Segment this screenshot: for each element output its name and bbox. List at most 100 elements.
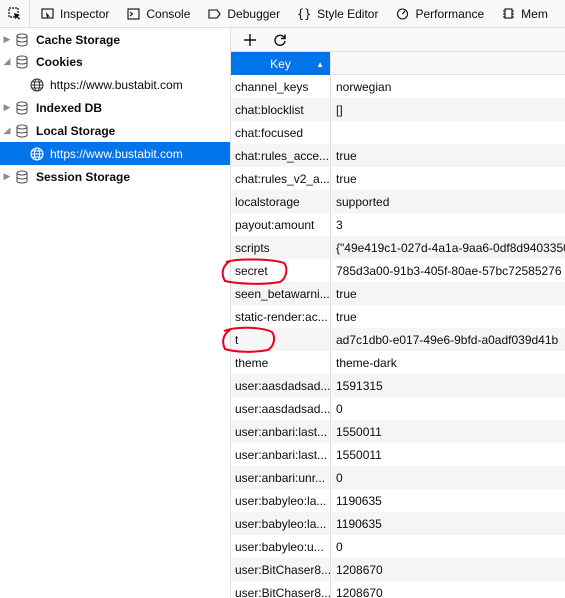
tab-debugger[interactable]: Debugger (197, 0, 287, 28)
tree-item-cookies[interactable]: ◢ Cookies (0, 50, 230, 73)
table-cell-value[interactable]: 1591315 (332, 374, 565, 397)
table-cell-key[interactable]: channel_keys (231, 75, 330, 98)
element-picker-button[interactable] (0, 0, 30, 28)
table-cell-key[interactable]: t (231, 328, 330, 351)
expand-arrow-icon[interactable]: ▶ (0, 34, 14, 45)
debugger-icon (207, 7, 221, 21)
table-cell-key[interactable]: chat:rules_acce... (231, 144, 330, 167)
console-icon (126, 7, 140, 21)
collapse-arrow-icon[interactable]: ◢ (0, 56, 14, 67)
table-cell-value[interactable]: norwegian (332, 75, 565, 98)
table-cell-key[interactable]: user:anbari:last... (231, 420, 330, 443)
tab-performance[interactable]: Performance (385, 0, 491, 28)
tree-item-label: Indexed DB (36, 100, 103, 115)
key-column: Key ▲ channel_keys chat:blocklist chat:foc… (231, 52, 331, 598)
memory-icon (501, 7, 515, 21)
table-cell-key[interactable]: seen_betawarni... (231, 282, 330, 305)
tree-item-local-storage[interactable]: ◢ Local Storage (0, 119, 230, 142)
tree-item-cache-storage[interactable]: ▶ Cache Storage (0, 28, 230, 51)
table-cell-value[interactable]: 1190635 (332, 512, 565, 535)
table-cell-value[interactable]: supported (332, 190, 565, 213)
tab-console[interactable]: Console (116, 0, 197, 28)
table-cell-value[interactable]: 785d3a00-91b3-405f-80ae-57bc72585276 (332, 259, 565, 282)
table-cell-value[interactable]: 1190635 (332, 489, 565, 512)
tree-item-cookies-host[interactable]: https://www.bustabit.com (0, 73, 230, 96)
tab-inspector-label: Inspector (60, 6, 110, 21)
table-cell-key[interactable]: static-render:ac... (231, 305, 330, 328)
table-cell-key[interactable]: chat:focused (231, 121, 330, 144)
table-cell-value[interactable] (332, 121, 565, 144)
globe-icon (30, 146, 44, 161)
key-header-label: Key (270, 56, 291, 71)
value-column-header[interactable] (332, 52, 565, 75)
table-cell-key[interactable]: user:aasdadsad... (231, 397, 330, 420)
table-cell-key[interactable]: chat:rules_v2_a... (231, 167, 330, 190)
table-cell-value[interactable]: 1208670 (332, 581, 565, 598)
table-cell-key[interactable]: secret (231, 259, 330, 282)
tab-style-editor-label: Style Editor (317, 6, 379, 21)
table-cell-value[interactable]: 0 (332, 535, 565, 558)
tree-item-label: Session Storage (36, 169, 131, 184)
table-cell-key[interactable]: scripts (231, 236, 330, 259)
table-cell-value[interactable]: [] (332, 98, 565, 121)
database-icon (16, 32, 28, 47)
storage-table: Key ▲ channel_keys chat:blocklist chat:foc… (231, 52, 565, 598)
table-cell-key[interactable]: user:BitChaser8... (231, 558, 330, 581)
key-column-header[interactable]: Key ▲ (231, 52, 330, 75)
table-cell-value[interactable]: true (332, 282, 565, 305)
tab-style-editor[interactable]: {} Style Editor (287, 0, 385, 28)
devtools-toolbar: Inspector Console Debugger {} Style Edit… (0, 0, 565, 28)
table-cell-value[interactable]: 1208670 (332, 558, 565, 581)
tree-item-label: Cookies (36, 54, 83, 69)
table-cell-value[interactable]: 0 (332, 466, 565, 489)
plus-icon (244, 33, 256, 46)
table-cell-key[interactable]: localstorage (231, 190, 330, 213)
tree-item-session-storage[interactable]: ▶ Session Storage (0, 165, 230, 188)
table-cell-key[interactable]: user:babyleo:la... (231, 512, 330, 535)
table-cell-value[interactable]: 0 (332, 397, 565, 420)
storage-tree: ▶ Cache Storage ◢ Cookies https://www.bu… (0, 28, 231, 598)
database-icon (16, 169, 28, 184)
table-cell-value[interactable]: 3 (332, 213, 565, 236)
table-cell-value[interactable]: {"49e419c1-027d-4a1a-9aa6-0df8d9403350": (332, 236, 565, 259)
table-cell-value[interactable]: 1550011 (332, 420, 565, 443)
table-cell-value[interactable]: theme-dark (332, 351, 565, 374)
collapse-arrow-icon[interactable]: ◢ (0, 125, 14, 136)
table-cell-key[interactable]: payout:amount (231, 213, 330, 236)
table-cell-value[interactable]: ad7c1db0-e017-49e6-9bfd-a0adf039d41b (332, 328, 565, 351)
performance-icon (395, 7, 409, 21)
tab-inspector[interactable]: Inspector (30, 0, 116, 28)
tree-item-label: https://www.bustabit.com (50, 77, 183, 92)
sort-ascending-icon: ▲ (316, 60, 324, 69)
table-cell-key[interactable]: user:babyleo:u... (231, 535, 330, 558)
expand-arrow-icon[interactable]: ▶ (0, 171, 14, 182)
element-picker-icon (7, 6, 20, 19)
tab-memory-label: Mem (521, 6, 548, 21)
refresh-button[interactable] (269, 30, 291, 50)
value-column: norwegian[] true true supported 3 {"49e419c1-… (332, 52, 565, 598)
table-cell-key[interactable]: theme (231, 351, 330, 374)
tree-item-local-storage-host[interactable]: https://www.bustabit.com (0, 142, 230, 165)
tab-debugger-label: Debugger (227, 6, 281, 21)
table-cell-key[interactable]: chat:blocklist (231, 98, 330, 121)
table-cell-key[interactable]: user:aasdadsad... (231, 374, 330, 397)
tree-item-label: Local Storage (36, 123, 116, 138)
table-cell-key[interactable]: user:anbari:last... (231, 443, 330, 466)
tree-item-indexed-db[interactable]: ▶ Indexed DB (0, 96, 230, 119)
tab-memory[interactable]: Mem (491, 0, 555, 28)
storage-table-toolbar (231, 28, 565, 52)
expand-arrow-icon[interactable]: ▶ (0, 102, 14, 113)
table-cell-key[interactable]: user:babyleo:la... (231, 489, 330, 512)
table-cell-value[interactable]: true (332, 305, 565, 328)
table-cell-value[interactable]: true (332, 167, 565, 190)
table-cell-value[interactable]: 1550011 (332, 443, 565, 466)
database-icon (16, 54, 28, 69)
tab-console-label: Console (146, 6, 191, 21)
add-item-button[interactable] (239, 30, 261, 50)
inspector-icon (40, 7, 54, 21)
tree-item-label: https://www.bustabit.com (50, 146, 183, 161)
database-icon (16, 100, 28, 115)
table-cell-value[interactable]: true (332, 144, 565, 167)
table-cell-key[interactable]: user:anbari:unr... (231, 466, 330, 489)
table-cell-key[interactable]: user:BitChaser8... (231, 581, 330, 598)
